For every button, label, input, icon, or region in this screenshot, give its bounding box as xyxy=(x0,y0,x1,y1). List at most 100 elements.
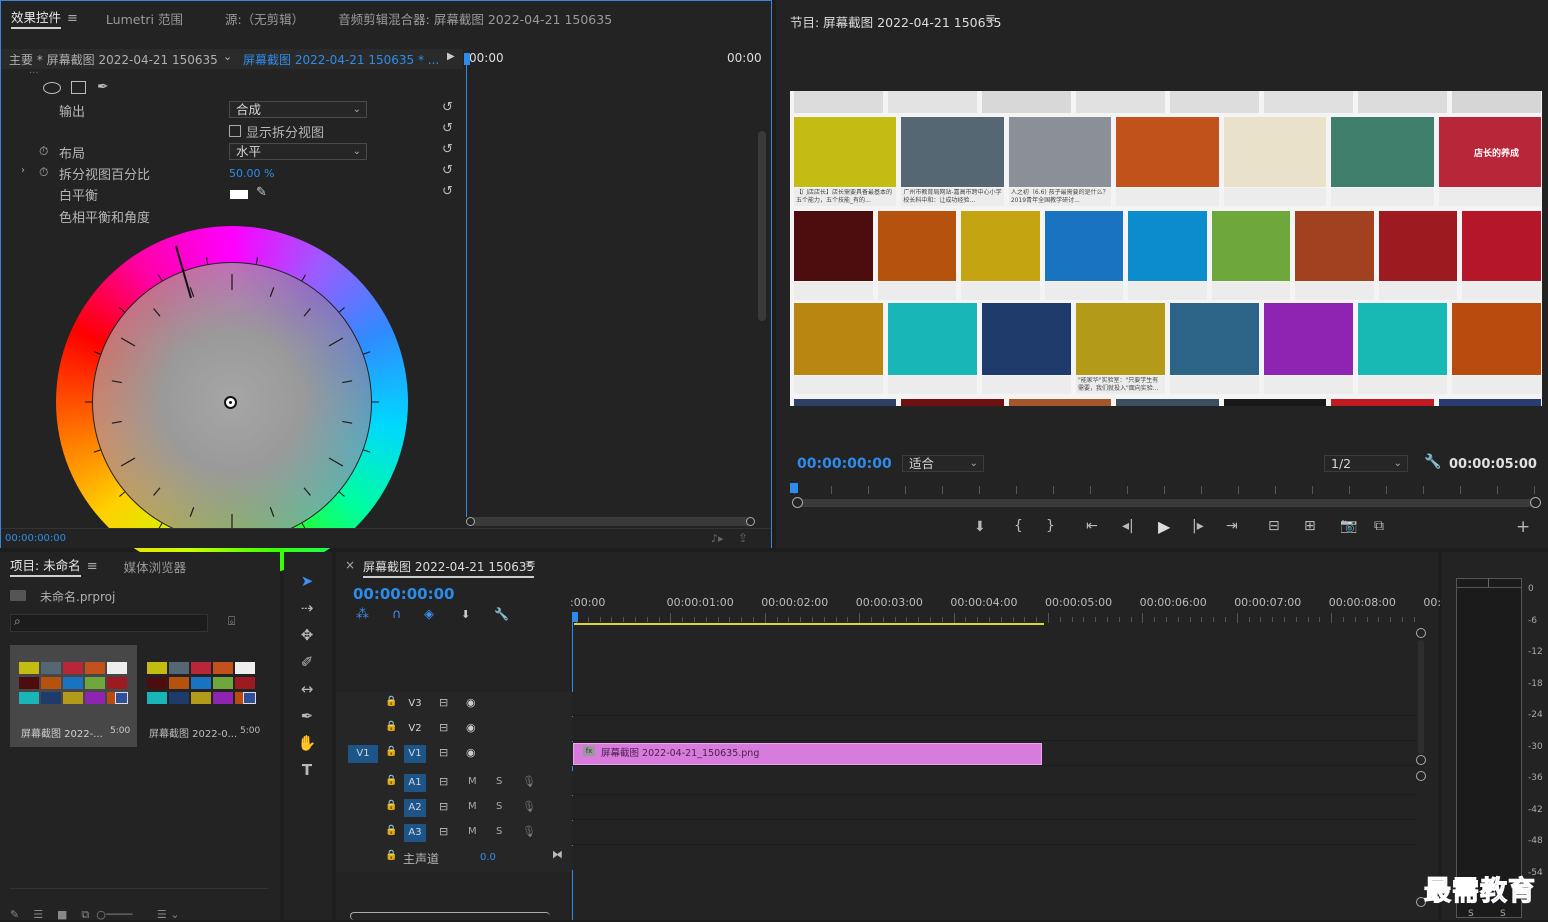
lock-icon[interactable]: 🔒 xyxy=(385,800,397,811)
go-to-end-icon[interactable]: ⧓ xyxy=(552,848,563,861)
vertical-scrollbar[interactable] xyxy=(758,131,766,321)
add-button-icon[interactable]: + xyxy=(1516,517,1530,537)
timeline-timecode[interactable]: 00:00:00:00 xyxy=(353,585,455,603)
snap-icon[interactable]: ⁂ xyxy=(356,607,369,622)
wrench-icon[interactable]: 🔧 xyxy=(494,607,509,621)
reset-icon[interactable]: ↺ xyxy=(442,184,453,199)
effect-timecode[interactable]: 00:00:00:00 xyxy=(5,533,66,544)
lock-icon[interactable]: 🔒 xyxy=(385,696,397,707)
timeline-vscroll-top[interactable] xyxy=(1416,628,1426,638)
rectangle-mask-icon[interactable] xyxy=(71,81,86,94)
track-target-a1[interactable]: A1 xyxy=(404,774,426,792)
track-target-v3[interactable]: V3 xyxy=(404,695,426,713)
close-tab-icon[interactable]: × xyxy=(345,558,355,572)
toggle-sync-icon[interactable]: ⊟ xyxy=(439,775,448,788)
track-target-a2[interactable]: A2 xyxy=(404,799,426,817)
eye-icon[interactable]: ◉ xyxy=(466,746,476,759)
timeline-vscroll[interactable] xyxy=(1418,640,1424,754)
meter-solo-left[interactable]: S xyxy=(1468,909,1474,919)
expand-arrow-icon[interactable]: › xyxy=(21,165,25,176)
mute-button[interactable]: M xyxy=(468,801,477,812)
play-audio-icon[interactable]: ♪▸ xyxy=(711,532,724,545)
track-lane[interactable] xyxy=(572,771,1417,795)
scrollbar[interactable] xyxy=(470,517,752,526)
panel-menu-icon[interactable]: ≡ xyxy=(525,557,536,572)
sequence-clip-label[interactable]: 屏幕截图 2022-04-21 150635 * ... xyxy=(243,51,439,68)
stopwatch-icon[interactable]: ⏱ xyxy=(39,144,48,159)
project-thumbnail[interactable] xyxy=(19,662,129,706)
mini-ruler[interactable] xyxy=(794,486,1538,494)
split-percent-value[interactable]: 50.00 % xyxy=(229,167,274,180)
linked-selection-icon[interactable]: ∩ xyxy=(392,607,402,622)
resolution-dropdown[interactable]: 1/2 ⌄ xyxy=(1324,455,1408,472)
toggle-sync-icon[interactable]: ⊟ xyxy=(439,825,448,838)
microphone-icon[interactable]: 🎙 xyxy=(522,775,536,788)
output-dropdown[interactable]: 合成 ⌄ xyxy=(229,101,367,118)
insert-icon[interactable]: ◈ xyxy=(424,607,434,622)
eyedropper-icon[interactable]: ✎ xyxy=(256,185,267,200)
tab-media-browser[interactable]: 媒体浏览器 xyxy=(114,557,197,576)
tab-source[interactable]: 源:（无剪辑） xyxy=(215,9,314,28)
panel-menu-icon[interactable]: ≡ xyxy=(985,11,996,26)
tab-effect-controls[interactable]: 效果控件 ≡ xyxy=(1,7,88,29)
reset-icon[interactable]: ↺ xyxy=(442,142,453,157)
camera-icon[interactable]: 📷 xyxy=(1340,518,1357,534)
program-title[interactable]: 节目: 屏幕截图 2022-04-21 150635 xyxy=(790,12,1002,31)
track-target-v1[interactable]: V1 xyxy=(404,745,426,763)
wrench-icon[interactable]: 🔧 xyxy=(1424,454,1441,470)
track-lane[interactable] xyxy=(572,821,1417,845)
timeline-vscroll-mid2[interactable] xyxy=(1416,771,1426,781)
reset-icon[interactable]: ↺ xyxy=(442,163,453,178)
meter-solo-right[interactable]: S xyxy=(1500,909,1506,919)
new-bin-icon[interactable]: ⌺ xyxy=(228,614,235,629)
project-thumbnail[interactable] xyxy=(147,662,257,706)
timeline-vscroll-mid[interactable] xyxy=(1416,755,1426,765)
chevron-down-icon[interactable]: ⌄ xyxy=(223,50,232,63)
mini-scrollbar[interactable] xyxy=(798,499,1534,507)
work-area-bar[interactable] xyxy=(574,623,1044,625)
play-icon[interactable]: ▶ xyxy=(1158,517,1170,536)
type-tool-icon[interactable]: T xyxy=(294,759,320,781)
lock-icon[interactable]: 🔒 xyxy=(385,825,397,836)
step-forward-icon[interactable]: |▸ xyxy=(1192,518,1204,534)
ripple-edit-tool-icon[interactable]: ✥ xyxy=(294,624,320,646)
play-only-icon[interactable]: ▶ xyxy=(447,51,455,62)
lock-icon[interactable]: 🔒 xyxy=(385,721,397,732)
compare-view-icon[interactable]: ⧉ xyxy=(1374,518,1384,534)
panel-menu-icon[interactable]: ≡ xyxy=(87,559,98,574)
timeline-hscroll[interactable] xyxy=(350,912,550,920)
tab-lumetri-scopes[interactable]: Lumetri 范围 xyxy=(96,9,193,28)
reset-icon[interactable]: ↺ xyxy=(442,121,453,136)
ellipse-mask-icon[interactable] xyxy=(43,82,61,94)
master-volume[interactable]: 0.0 xyxy=(480,852,496,863)
track-target-v2[interactable]: V2 xyxy=(404,720,426,738)
tab-audio-clip-mixer[interactable]: 音频剪辑混合器: 屏幕截图 2022-04-21 150635 xyxy=(328,9,622,28)
scroll-handle-right[interactable] xyxy=(1530,497,1541,508)
lock-icon[interactable]: 🔒 xyxy=(385,850,397,861)
pen-mask-icon[interactable]: ✒ xyxy=(97,79,109,95)
white-balance-swatch[interactable] xyxy=(230,190,248,199)
panel-menu-icon[interactable]: ≡ xyxy=(67,11,78,26)
scroll-handle-left[interactable] xyxy=(466,517,475,526)
scroll-handle-left[interactable] xyxy=(792,497,803,508)
program-timecode[interactable]: 00:00:00:00 xyxy=(797,456,892,472)
stopwatch-icon[interactable]: ⏱ xyxy=(39,165,48,180)
solo-button[interactable]: S xyxy=(496,776,502,787)
add-marker-icon[interactable]: ⬇ xyxy=(974,519,986,535)
razor-tool-icon[interactable]: ✐ xyxy=(294,651,320,673)
toggle-sync-icon[interactable]: ⊟ xyxy=(439,800,448,813)
step-back-icon[interactable]: ◂| xyxy=(1122,518,1134,534)
lock-icon[interactable]: 🔒 xyxy=(385,746,397,757)
microphone-icon[interactable]: 🎙 xyxy=(522,825,536,838)
slip-tool-icon[interactable]: ↔ xyxy=(294,678,320,700)
source-patch-v1[interactable]: V1 xyxy=(348,745,378,763)
mark-out-icon[interactable]: } xyxy=(1046,518,1055,534)
master-clip-label[interactable]: 主要 * 屏幕截图 2022-04-21 150635... xyxy=(9,51,219,68)
track-lane[interactable] xyxy=(572,717,1417,741)
go-to-in-icon[interactable]: ⇤ xyxy=(1086,518,1098,534)
export-icon[interactable]: ⇪ xyxy=(738,531,748,545)
hue-angle-indicator[interactable] xyxy=(175,245,192,299)
selection-tool-icon[interactable]: ➤ xyxy=(294,570,320,592)
mute-button[interactable]: M xyxy=(468,776,477,787)
eye-icon[interactable]: ◉ xyxy=(466,721,476,734)
